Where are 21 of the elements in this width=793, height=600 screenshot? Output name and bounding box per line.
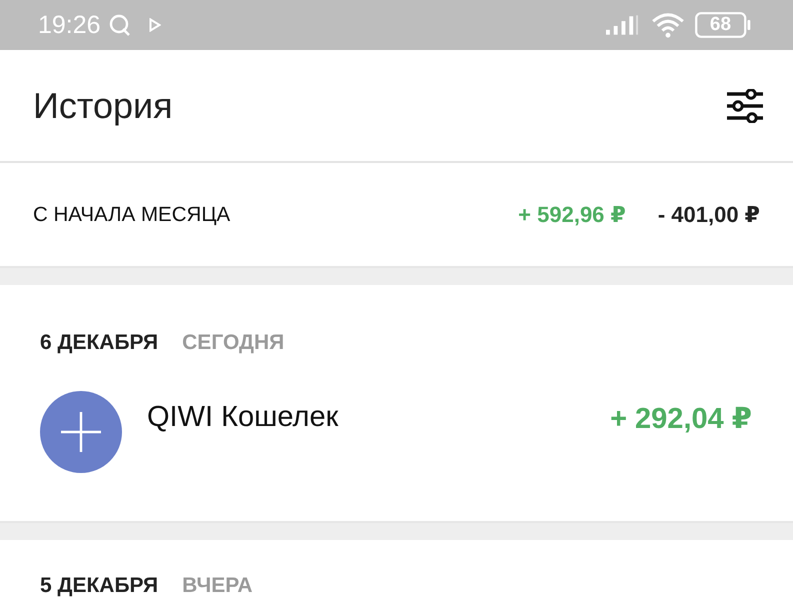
transaction-amount: + 292,04 ₽ — [610, 402, 752, 436]
transaction-row[interactable]: QIWI Кошелек + 292,04 ₽ — [40, 391, 752, 473]
transaction-name: QIWI Кошелек — [147, 401, 340, 434]
screen-title: История — [33, 84, 173, 126]
day-date: 5 ДЕКАБРЯ — [40, 574, 158, 598]
wifi-icon — [651, 12, 685, 38]
filter-button[interactable] — [727, 88, 763, 122]
battery-icon — [695, 12, 751, 38]
play-icon — [148, 18, 161, 32]
day-relative: ВЧЕРА — [182, 574, 253, 598]
plus-circle-icon — [40, 391, 122, 473]
expense-total: - 401,00 ₽ — [658, 202, 760, 228]
day-date: 6 ДЕКАБРЯ — [40, 331, 158, 355]
signal-icon — [606, 15, 639, 35]
status-time: 19:26 — [38, 11, 101, 39]
period-label: С НАЧАЛА МЕСЯЦА — [33, 202, 232, 226]
day-relative: СЕГОДНЯ — [182, 331, 284, 355]
battery-percent: 68 — [710, 15, 732, 35]
income-total: + 592,96 ₽ — [518, 202, 626, 228]
search-icon — [108, 14, 131, 36]
sliders-icon — [727, 88, 763, 122]
